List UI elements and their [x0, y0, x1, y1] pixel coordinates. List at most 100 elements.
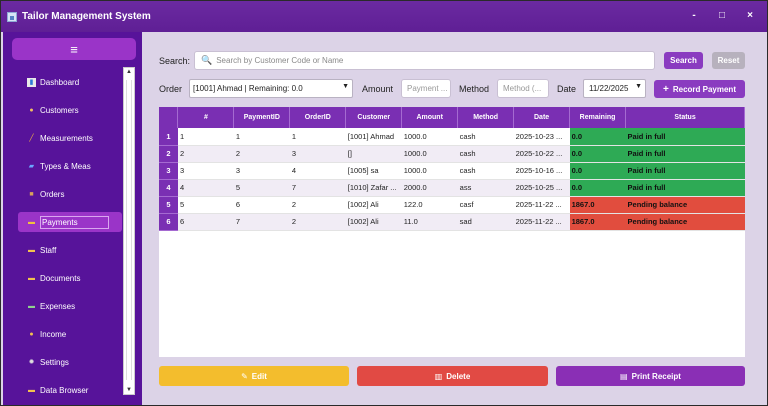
date-label: Date	[557, 84, 577, 94]
close-button[interactable]: ×	[745, 10, 755, 21]
sidebar-scrollbar[interactable]: ▲ ▼	[123, 67, 135, 395]
sidebar-item-staff[interactable]: ▬ Staff	[18, 240, 122, 260]
table-row[interactable]: 4 4 5 7 [1010] Zafar ... 2000.0 ass 2025…	[159, 179, 745, 197]
sidebar: ≡ ▮ Dashboard ● Customers ╱ Measurements…	[3, 32, 142, 405]
receipt-icon: ▤	[620, 371, 628, 381]
menu-toggle-button[interactable]: ≡	[12, 38, 136, 60]
cell-method: casf	[457, 196, 514, 214]
column-header[interactable]: OrderID	[289, 107, 347, 128]
sidebar-item-dashboard[interactable]: ▮ Dashboard	[18, 72, 122, 92]
column-header[interactable]: PaymentID	[233, 107, 291, 128]
cell-index: 2	[177, 145, 234, 163]
record-payment-button[interactable]: + Record Payment	[654, 80, 745, 98]
sidebar-item-payments[interactable]: ▬ Payments	[18, 212, 122, 232]
sidebar-item-label: Documents	[40, 273, 81, 283]
row-number[interactable]: 2	[159, 145, 178, 163]
cell-index: 5	[177, 196, 234, 214]
cell-payment-id: 5	[233, 179, 290, 197]
cell-index: 4	[177, 179, 234, 197]
amount-field[interactable]: Payment ...	[401, 79, 451, 98]
sidebar-item-label: Settings	[40, 357, 69, 367]
column-header[interactable]: Remaining	[569, 107, 627, 128]
cell-order-id: 1	[289, 128, 346, 146]
table-row[interactable]: 3 3 3 4 [1005] sa 1000.0 cash 2025-10-16…	[159, 162, 745, 180]
row-number[interactable]: 3	[159, 162, 178, 180]
people-icon: ●	[29, 106, 34, 114]
app-window: Tailor Management System - □ × ≡ ▮ Dashb…	[0, 0, 768, 406]
delete-button[interactable]: ▥ Delete	[357, 366, 548, 386]
row-number[interactable]: 6	[159, 213, 178, 231]
date-picker[interactable]: 11/22/2025 ▼	[583, 79, 646, 98]
search-label: Search:	[159, 56, 191, 66]
cell-method: cash	[457, 145, 514, 163]
cell-date: 2025-10-16 ...	[513, 162, 570, 180]
column-header[interactable]: #	[177, 107, 235, 128]
scroll-up-icon[interactable]: ▲	[126, 69, 132, 75]
scroll-down-icon[interactable]: ▼	[126, 387, 132, 393]
status-badge: Paid in full	[625, 162, 745, 180]
payments-table: # PaymentID OrderID Customer Amount Meth…	[159, 107, 745, 357]
sidebar-item-settings[interactable]: ✹ Settings	[18, 352, 122, 372]
maximize-button[interactable]: □	[717, 10, 727, 21]
sidebar-item-label: Payments	[40, 215, 109, 229]
sidebar-item-income[interactable]: ● Income	[18, 324, 122, 344]
column-header[interactable]: Date	[513, 107, 571, 128]
method-placeholder: Method (...	[503, 84, 542, 93]
cell-date: 2025-11-22 ...	[513, 196, 570, 214]
cell-remaining: 0.0	[569, 179, 626, 197]
cell-amount: 1000.0	[401, 145, 458, 163]
row-number[interactable]: 1	[159, 128, 178, 146]
sidebar-item-orders[interactable]: ■ Orders	[18, 184, 122, 204]
cell-amount: 122.0	[401, 196, 458, 214]
column-header[interactable]: Amount	[401, 107, 459, 128]
table-row[interactable]: 1 1 1 1 [1001] Ahmad 1000.0 cash 2025-10…	[159, 128, 745, 146]
sidebar-item-expenses[interactable]: ▬ Expenses	[18, 296, 122, 316]
cell-method: cash	[457, 128, 514, 146]
row-number[interactable]: 4	[159, 179, 178, 197]
cell-remaining: 1867.0	[569, 196, 626, 214]
payments-grid: # PaymentID OrderID Customer Amount Meth…	[159, 107, 745, 231]
cell-customer: [1001] Ahmad	[345, 128, 402, 146]
method-field[interactable]: Method (...	[497, 79, 549, 98]
column-header[interactable]: Customer	[345, 107, 403, 128]
column-header[interactable]: Status	[625, 107, 745, 128]
cell-payment-id: 2	[233, 145, 290, 163]
cell-date: 2025-10-25 ...	[513, 179, 570, 197]
amount-placeholder: Payment ...	[407, 84, 448, 93]
sidebar-item-types-meas[interactable]: ▰ Types & Meas	[18, 156, 122, 176]
sidebar-item-measurements[interactable]: ╱ Measurements	[18, 128, 122, 148]
cell-order-id: 7	[289, 179, 346, 197]
edit-button[interactable]: ✎ Edit	[159, 366, 349, 386]
thread-icon: ▰	[28, 162, 35, 170]
sidebar-item-documents[interactable]: ▬ Documents	[18, 268, 122, 288]
minimize-button[interactable]: -	[689, 10, 699, 21]
table-row[interactable]: 5 5 6 2 [1002] Ali 122.0 casf 2025-11-22…	[159, 196, 745, 214]
status-badge: Paid in full	[625, 145, 745, 163]
window-title: Tailor Management System	[22, 11, 151, 22]
trash-icon: ▥	[434, 371, 443, 381]
order-label: Order	[159, 84, 183, 94]
print-receipt-button[interactable]: ▤ Print Receipt	[556, 366, 745, 386]
cell-date: 2025-10-22 ...	[513, 145, 570, 163]
sidebar-item-customers[interactable]: ● Customers	[18, 100, 122, 120]
window-controls: - □ ×	[689, 10, 755, 21]
table-row[interactable]: 2 2 2 3 [] 1000.0 cash 2025-10-22 ... 0.…	[159, 145, 745, 163]
row-number[interactable]: 5	[159, 196, 178, 214]
status-badge: Pending balance	[625, 196, 745, 214]
corner-header[interactable]	[159, 107, 179, 128]
reset-button[interactable]: Reset	[712, 52, 745, 69]
cell-payment-id: 3	[233, 162, 290, 180]
money-icon: ▬	[28, 302, 35, 310]
search-input[interactable]: 🔍 Search by Customer Code or Name	[194, 51, 655, 70]
column-header[interactable]: Method	[457, 107, 515, 128]
search-button[interactable]: Search	[664, 52, 703, 69]
scrollbar-thumb[interactable]	[126, 80, 132, 380]
order-select[interactable]: [1001] Ahmad | Remaining: 0.0 ▼	[189, 79, 353, 98]
cell-method: cash	[457, 162, 514, 180]
search-icon: 🔍	[201, 55, 213, 65]
sidebar-item-data-browser[interactable]: ▬ Data Browser	[18, 380, 122, 400]
title-bar: Tailor Management System - □ ×	[1, 1, 767, 32]
table-row[interactable]: 6 6 7 2 [1002] Ali 11.0 sad 2025-11-22 .…	[159, 213, 745, 231]
date-value: 11/22/2025	[589, 84, 629, 93]
gear-icon: ✹	[28, 358, 35, 366]
